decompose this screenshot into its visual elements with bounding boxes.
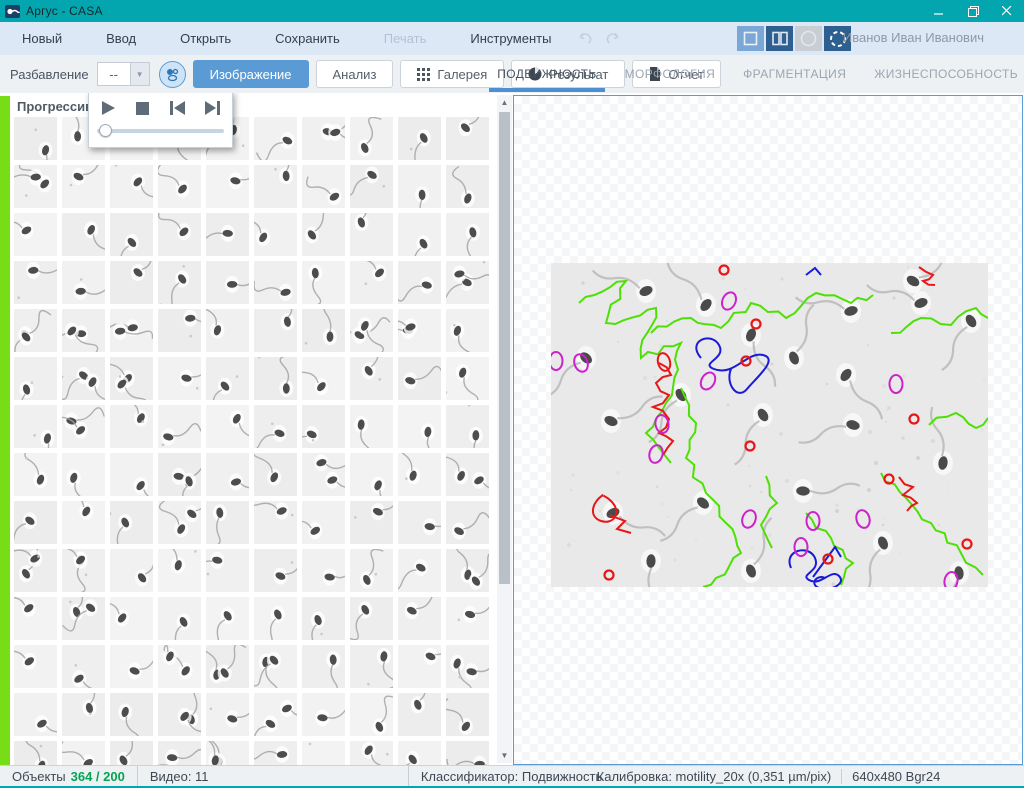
minimize-button[interactable] [922,0,956,22]
close-button[interactable] [990,0,1024,22]
scroll-down-icon[interactable]: ▼ [497,748,512,763]
tab-motility[interactable]: ПОДВИЖНОСТЬ [497,55,596,93]
menu-new[interactable]: Новый [22,31,62,46]
undo-icon[interactable] [577,32,593,46]
app-window: Аргус - CASA Новый Ввод Открыть Сохранит… [0,0,1024,788]
microscopy-image[interactable] [551,263,988,587]
app-logo-icon [5,5,20,18]
view-circle-button[interactable] [795,26,822,51]
viewer-panel [513,95,1023,765]
menu-print[interactable]: Печать [384,31,427,46]
gallery-button[interactable]: Галерея [400,60,504,88]
image-view-button[interactable]: Изображение [193,60,309,88]
dilution-label: Разбавление [10,67,89,82]
menu-tools[interactable]: Инструменты [470,31,551,46]
video-position-slider[interactable] [97,124,224,138]
tab-morphology[interactable]: МОРФОЛОГИЯ [625,55,716,93]
cells-tool-button[interactable] [159,61,186,88]
tab-fragmentation[interactable]: ФРАГМЕНТАЦИЯ [743,55,846,93]
analysis-button[interactable]: Анализ [316,60,394,88]
skip-start-button[interactable] [170,101,185,115]
grid-icon [417,68,430,81]
tab-viability[interactable]: ЖИЗНЕСПОСОБНОСТЬ [874,55,1018,93]
gallery-scrollbar[interactable]: ▲ ▼ [497,95,512,763]
class-color-bar [0,96,10,765]
view-split-button[interactable] [766,26,793,51]
play-button[interactable] [101,100,116,116]
scroll-up-icon[interactable]: ▲ [497,95,512,110]
slider-knob[interactable] [99,124,112,137]
image-format-status: 640x480 Bgr24 [852,769,940,784]
window-title: Аргус - CASA [26,4,103,18]
video-player-popup [88,93,233,148]
menu-bar: Новый Ввод Открыть Сохранить Печать Инст… [0,22,1024,55]
redo-icon[interactable] [605,32,621,46]
thumbnail-grid[interactable] [14,117,490,765]
maximize-button[interactable] [956,0,990,22]
objects-label: Объекты [12,769,66,784]
user-name: Иванов Иван Иванович [843,30,984,45]
stop-button[interactable] [136,102,149,115]
scrollbar-thumb[interactable] [499,112,510,584]
status-bar: Объекты 364 / 200 Видео: 11 Классификато… [0,765,1024,786]
menu-input[interactable]: Ввод [106,31,136,46]
video-count: Видео: 11 [138,766,408,787]
skip-end-button[interactable] [205,101,220,115]
menu-save[interactable]: Сохранить [275,31,340,46]
view-single-button[interactable] [737,26,764,51]
menu-open[interactable]: Открыть [180,31,231,46]
gallery-panel: Прогрессивны ▲ ▼ [0,93,513,765]
analysis-tabs: ПОДВИЖНОСТЬ МОРФОЛОГИЯ ФРАГМЕНТАЦИЯ ЖИЗН… [497,55,1022,93]
dilution-dropdown-arrow-icon[interactable]: ▼ [131,62,150,86]
objects-count: 364 / 200 [71,769,125,784]
dilution-select[interactable]: -- [97,62,131,86]
calibration-status: Калибровка: motility_20x (0,351 µm/pix) [597,769,832,784]
title-bar: Аргус - CASA [0,0,1024,22]
